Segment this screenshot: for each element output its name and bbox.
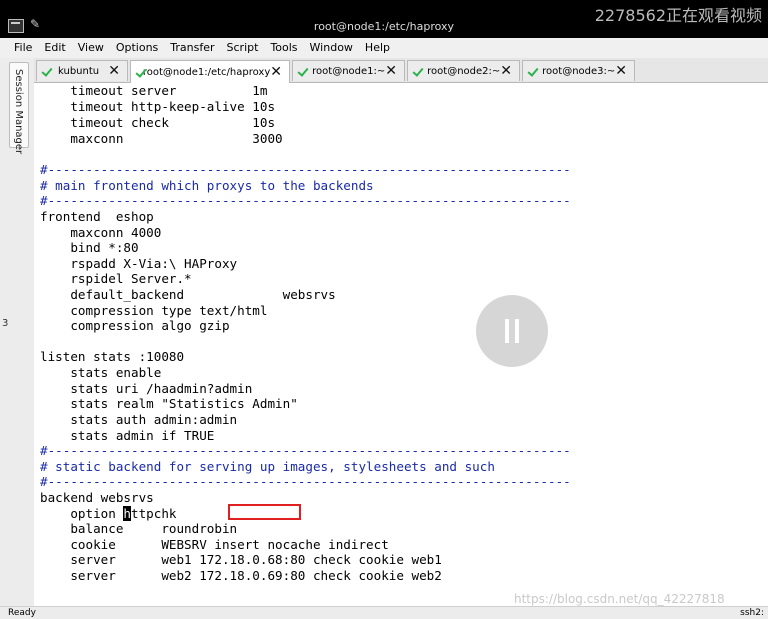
terminal-line: stats uri /haadmin?admin — [40, 381, 253, 396]
terminal-comment-line: #---------------------------------------… — [40, 474, 571, 489]
title-bar: ✎ root@node1:/etc/haproxy 2278562正在观看视频 — [0, 0, 768, 38]
terminal-line: rspadd X-Via:\ HAProxy — [40, 256, 238, 271]
annotation-highlight-box — [228, 504, 301, 520]
tab-label: root@node2:~ — [427, 65, 501, 77]
session-manager-rail: Session Manager — [0, 58, 35, 606]
pause-icon[interactable] — [476, 295, 548, 367]
tab-label: root@node3:~ — [542, 65, 616, 77]
check-icon — [529, 66, 537, 76]
menu-edit[interactable]: Edit — [38, 38, 71, 58]
terminal-comment-line: # static backend for serving up images, … — [40, 459, 495, 474]
menu-bar: File Edit View Options Transfer Script T… — [0, 38, 768, 59]
terminal-line: default_backend websrvs — [40, 287, 336, 302]
session-manager-label: Session Manager — [13, 69, 24, 155]
status-ready: Ready — [8, 608, 36, 618]
terminal-line: server web2 172.18.0.69:80 check cookie … — [40, 568, 442, 583]
terminal-line: bind *:80 — [40, 240, 139, 255]
tab-label: kubuntu — [58, 65, 100, 77]
viewer-count-overlay: 2278562正在观看视频 — [594, 6, 762, 25]
terminal-line: backend websrvs — [40, 490, 154, 505]
close-icon[interactable]: ✕ — [500, 63, 512, 79]
tab-node1-haproxy[interactable]: root@node1:/etc/haproxy ✕ — [130, 60, 290, 83]
terminal-line: stats admin if TRUE — [40, 428, 215, 443]
terminal-line: rspidel Server.* — [40, 271, 192, 286]
menu-options[interactable]: Options — [110, 38, 164, 58]
terminal-cursor-line: option httpchk — [40, 506, 177, 522]
status-bar: Ready ssh2: — [0, 606, 768, 619]
terminal-comment-line: #---------------------------------------… — [40, 162, 571, 177]
terminal-comment-line: # main frontend which proxys to the back… — [40, 178, 374, 193]
tab-kubuntu[interactable]: kubuntu ✕ — [36, 60, 128, 81]
terminal-output[interactable]: timeout server 1m timeout http-keep-aliv… — [34, 83, 768, 606]
text-cursor[interactable]: h — [123, 506, 131, 521]
close-icon[interactable]: ✕ — [615, 63, 627, 79]
terminal-line: stats realm "Statistics Admin" — [40, 396, 298, 411]
terminal-line: timeout server 1m — [40, 83, 268, 98]
close-icon[interactable]: ✕ — [108, 63, 120, 79]
terminal-line: stats auth admin:admin — [40, 412, 238, 427]
menu-view[interactable]: View — [72, 38, 110, 58]
cursor-line-suffix: ttpchk — [131, 506, 177, 521]
close-icon[interactable]: ✕ — [270, 64, 282, 80]
terminal-comment-line: #---------------------------------------… — [40, 193, 571, 208]
terminal-comment-line: #---------------------------------------… — [40, 443, 571, 458]
terminal-line: cookie WEBSRV insert nocache indirect — [40, 537, 389, 552]
tab-node3-home[interactable]: root@node3:~ ✕ — [522, 60, 635, 81]
check-icon — [414, 66, 422, 76]
tab-label: root@node1:~ — [312, 65, 386, 77]
session-manager-tab[interactable]: Session Manager — [9, 62, 29, 154]
menu-window[interactable]: Window — [304, 38, 359, 58]
terminal-line: maxconn 3000 — [40, 131, 283, 146]
tab-node2-home[interactable]: root@node2:~ ✕ — [407, 60, 520, 81]
check-icon — [137, 67, 138, 77]
terminal-line: stats enable — [40, 365, 162, 380]
terminal-line: server web1 172.18.0.68:80 check cookie … — [40, 552, 442, 567]
check-icon — [299, 66, 307, 76]
session-tab-bar: kubuntu ✕ root@node1:/etc/haproxy ✕ root… — [34, 58, 768, 83]
edge-mark: 3 — [2, 318, 9, 329]
close-icon[interactable]: ✕ — [385, 63, 397, 79]
terminal-line: timeout http-keep-alive 10s — [40, 99, 276, 114]
terminal-line: compression type text/html — [40, 303, 268, 318]
menu-script[interactable]: Script — [221, 38, 265, 58]
menu-file[interactable]: File — [0, 38, 38, 58]
menu-tools[interactable]: Tools — [264, 38, 303, 58]
menu-help[interactable]: Help — [359, 38, 396, 58]
terminal-line: listen stats :10080 — [40, 349, 185, 364]
terminal-line: compression algo gzip — [40, 318, 230, 333]
status-connection: ssh2: — [740, 608, 764, 618]
check-icon — [43, 66, 53, 76]
cursor-line-prefix: option — [40, 506, 124, 521]
tab-label: root@node1:/etc/haproxy — [142, 66, 271, 78]
tab-node1-home[interactable]: root@node1:~ ✕ — [292, 60, 405, 81]
menu-transfer[interactable]: Transfer — [164, 38, 220, 58]
watermark: https://blog.csdn.net/qq_42227818 — [514, 592, 725, 606]
terminal-line: timeout check 10s — [40, 115, 276, 130]
terminal-line: balance roundrobin — [40, 521, 238, 536]
terminal-line: frontend eshop — [40, 209, 154, 224]
terminal-line: maxconn 4000 — [40, 225, 162, 240]
